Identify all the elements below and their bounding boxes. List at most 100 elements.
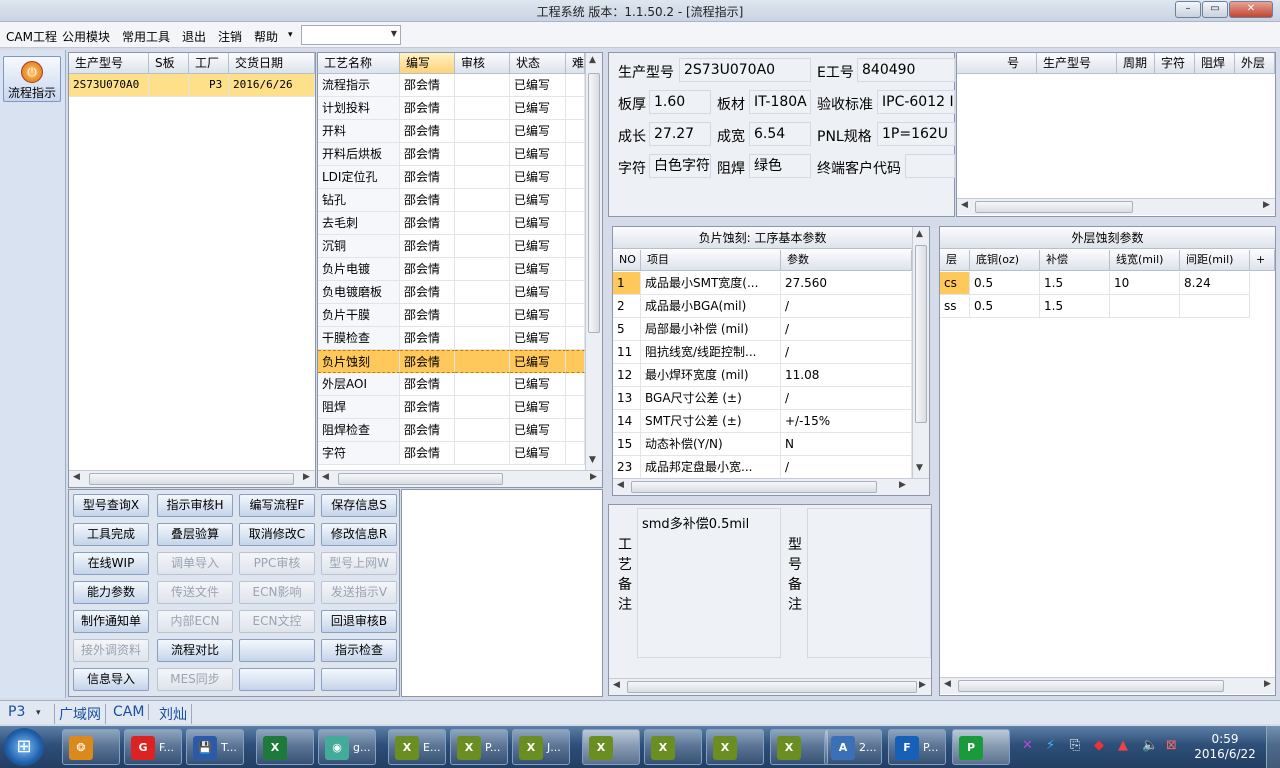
process-cell[interactable] [455,350,510,373]
etch-cell[interactable]: 成品最小SMT宽度(... [641,272,781,295]
function-button[interactable]: 型号查询X [73,494,149,517]
function-button[interactable]: 编写流程F [239,494,315,517]
function-button[interactable]: 指示检查 [321,639,397,662]
outer-cell[interactable]: 10 [1110,272,1180,295]
etch-cell[interactable]: 1 [613,272,641,295]
orders-hscrollbar[interactable]: ◀ ▶ [69,470,315,487]
right-col-header[interactable]: 外层 [1235,53,1275,74]
etch-cell[interactable]: 动态补偿(Y/N) [641,433,781,456]
process-cell[interactable]: 邵会情 [400,166,455,189]
process-cell[interactable]: 邵会情 [400,143,455,166]
taskbar-app-button[interactable]: X [256,729,314,765]
tray-x-icon[interactable]: ✕ [1022,738,1033,753]
process-cell[interactable]: 去毛刺 [318,212,400,235]
orders-cell[interactable]: 2S73U070A0 [69,74,149,97]
scroll-left-icon[interactable]: ◀ [613,680,620,690]
function-button[interactable]: 调单导入 [157,552,233,575]
process-cell[interactable]: 阻焊 [318,396,400,419]
scroll-right-icon[interactable]: ▶ [1263,200,1270,210]
process-cell[interactable] [455,97,510,120]
process-cell[interactable] [455,189,510,212]
process-cell[interactable]: 阻焊检查 [318,419,400,442]
function-button[interactable] [239,639,315,662]
clock[interactable]: 0:59 2016/6/22 [1190,732,1260,762]
function-button[interactable]: 在线WIP [73,552,149,575]
volume-icon[interactable]: 🔈 [1142,738,1158,753]
process-cell[interactable]: 邵会情 [400,350,455,373]
scroll-thumb[interactable] [975,201,1133,213]
process-cell[interactable] [455,212,510,235]
etch-cell[interactable]: 阻抗线宽/线距控制... [641,341,781,364]
process-cell[interactable]: 开料 [318,120,400,143]
etch-hscrollbar[interactable]: ◀ ▶ [613,478,929,495]
scroll-up-icon[interactable]: ▲ [589,55,596,65]
function-button[interactable]: 指示审核H [157,494,233,517]
outer-col-header[interactable]: 线宽(mil) [1110,250,1180,271]
etch-cell[interactable]: SMT尺寸公差 (±) [641,410,781,433]
function-button[interactable]: MES同步 [157,668,233,691]
function-button[interactable]: 能力参数 [73,581,149,604]
right-col-header[interactable]: 阻焊 [1195,53,1235,74]
process-cell[interactable] [455,419,510,442]
taskbar-app-button[interactable]: X [706,729,764,765]
model-note-field[interactable] [807,508,931,658]
scroll-up-icon[interactable]: ▲ [916,229,923,239]
process-cell[interactable] [455,281,510,304]
minimize-button[interactable]: – [1175,1,1201,18]
etch-cell[interactable]: BGA尺寸公差 (±) [641,387,781,410]
process-cell[interactable]: 已编写 [510,235,566,258]
taskbar-app-button[interactable]: P [952,729,1010,765]
orders-cell[interactable]: 2016/6/26 [229,74,315,97]
process-cell[interactable]: 已编写 [510,419,566,442]
standard-field[interactable]: IPC-6012 II [877,90,955,114]
chevron-down-icon[interactable]: ▾ [288,30,293,40]
process-cell[interactable]: 已编写 [510,327,566,350]
process-cell[interactable]: 外层AOI [318,373,400,396]
tray-device-icon[interactable]: ⎘ [1070,738,1080,753]
process-cell[interactable]: 已编写 [510,304,566,327]
process-cell[interactable]: 邵会情 [400,396,455,419]
customer-field[interactable] [905,154,955,178]
process-cell[interactable]: 已编写 [510,74,566,97]
right-col-header[interactable]: 字符 [1155,53,1195,74]
process-cell[interactable]: 邵会情 [400,212,455,235]
process-col-header[interactable]: 状态 [510,53,566,74]
process-cell[interactable]: 已编写 [510,281,566,304]
process-cell[interactable]: 开料后烘板 [318,143,400,166]
process-cell[interactable]: 已编写 [510,189,566,212]
scroll-thumb[interactable] [338,473,503,485]
taskbar-app-button[interactable]: X [644,729,702,765]
scroll-thumb[interactable] [627,681,917,693]
menu-logout[interactable]: 注销 [218,28,242,45]
tray-bird-icon[interactable]: ⚡ [1046,738,1055,753]
process-cell[interactable] [566,235,585,258]
outer-col-header[interactable]: + [1250,250,1275,271]
scroll-thumb[interactable] [915,245,927,423]
process-cell[interactable]: 已编写 [510,258,566,281]
etch-col-header[interactable]: NO [613,250,641,271]
show-desktop-button[interactable] [1266,726,1280,768]
process-cell[interactable]: 已编写 [510,97,566,120]
outer-col-header[interactable]: 间距(mil) [1180,250,1250,271]
scroll-right-icon[interactable]: ▶ [899,480,906,490]
process-cell[interactable]: 邵会情 [400,442,455,465]
scroll-right-icon[interactable]: ▶ [1264,679,1271,689]
scroll-left-icon[interactable]: ◀ [322,472,329,482]
etch-vscrollbar[interactable]: ▲ ▼ [912,227,929,478]
etch-cell[interactable]: 12 [613,364,641,387]
orders-col-header[interactable]: 交货日期 [229,53,315,74]
outer-col-header[interactable]: 底铜(oz) [970,250,1040,271]
factory-status[interactable]: P3 [4,704,29,720]
process-cell[interactable]: 已编写 [510,166,566,189]
etch-cell[interactable]: 2 [613,295,641,318]
etch-cell[interactable]: 15 [613,433,641,456]
etch-cell[interactable]: 14 [613,410,641,433]
etch-cell[interactable]: 27.560 [781,272,912,295]
function-button[interactable]: 信息导入 [73,668,149,691]
process-cell[interactable]: 负片蚀刻 [318,350,400,373]
right-col-header[interactable]: 周期 [1117,53,1155,74]
menu-tools[interactable]: 常用工具 [122,28,170,45]
close-button[interactable]: ✕ [1229,1,1273,18]
etch-cell[interactable]: 5 [613,318,641,341]
taskbar-app-button[interactable]: 💾 T... [186,729,244,765]
